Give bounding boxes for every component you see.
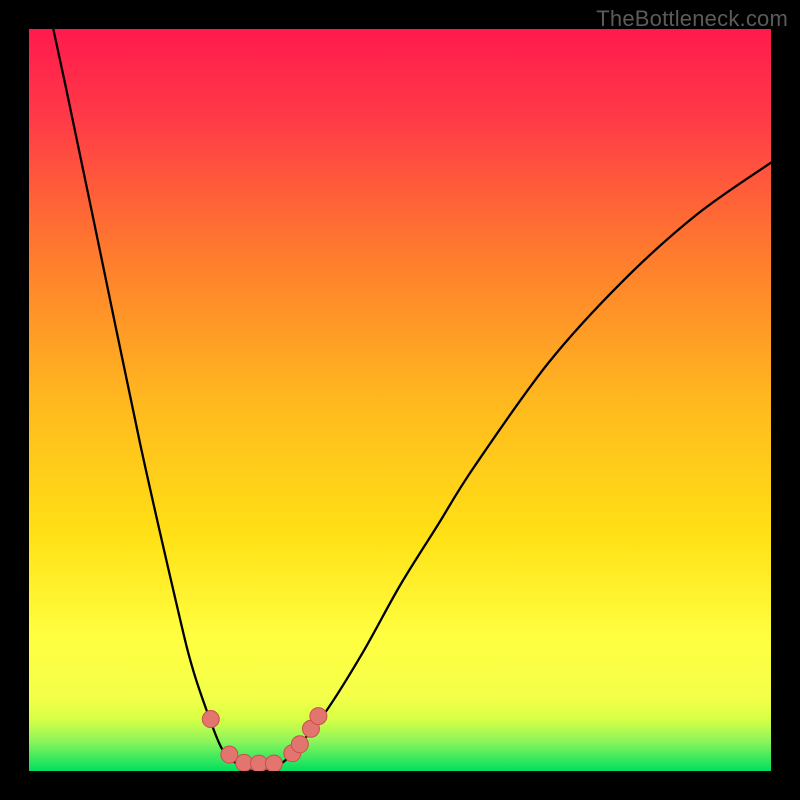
marker-dot xyxy=(265,755,282,771)
marker-dot xyxy=(310,708,327,725)
marker-dot xyxy=(221,746,238,763)
outer-frame: TheBottleneck.com xyxy=(0,0,800,800)
gradient-bg xyxy=(29,29,771,771)
plot-svg xyxy=(29,29,771,771)
plot-area xyxy=(29,29,771,771)
marker-dot xyxy=(291,736,308,753)
marker-dot xyxy=(202,711,219,728)
watermark-text: TheBottleneck.com xyxy=(596,6,788,32)
